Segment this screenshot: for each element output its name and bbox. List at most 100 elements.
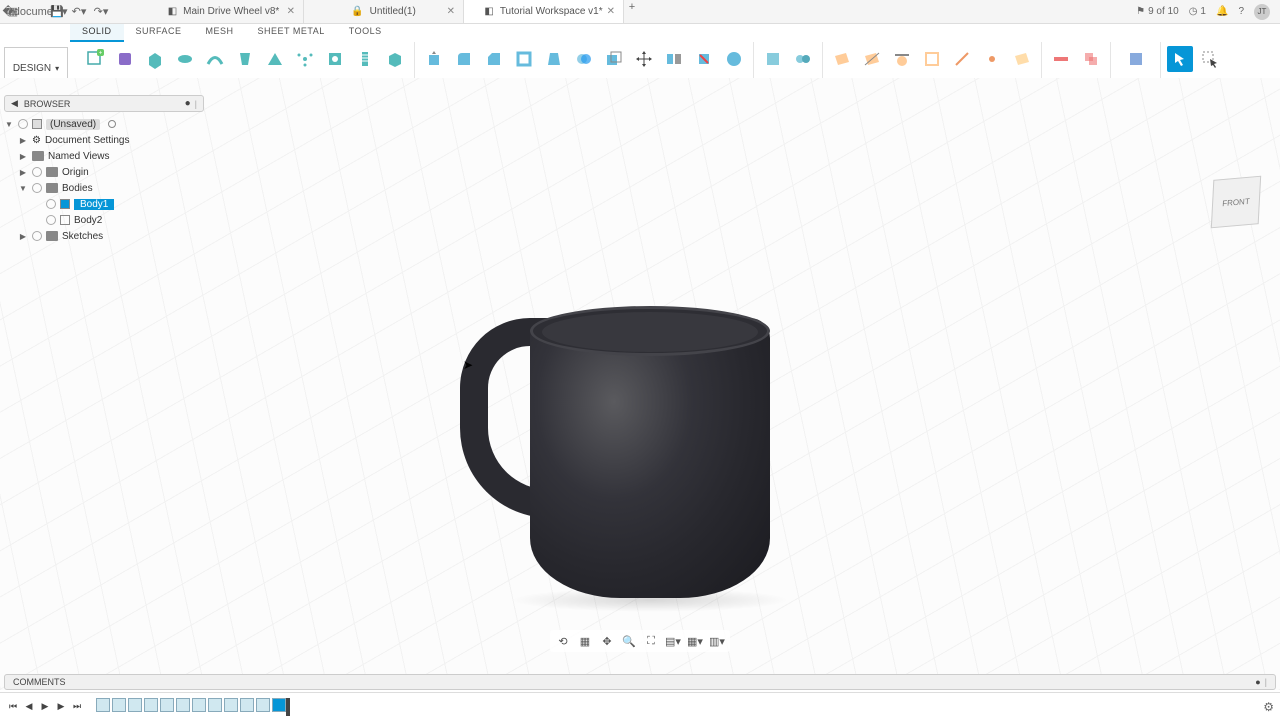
expand-icon[interactable] — [18, 184, 28, 193]
align-button[interactable] — [661, 46, 687, 72]
comments-panel[interactable]: COMMENTS ● | — [4, 674, 1276, 690]
extrude-button[interactable] — [142, 46, 168, 72]
loft-button[interactable] — [232, 46, 258, 72]
timeline-feature[interactable] — [96, 698, 110, 712]
timeline-forward-icon[interactable]: ▶ — [54, 700, 68, 714]
look-at-icon[interactable]: ▦ — [576, 632, 594, 650]
pan-icon[interactable]: ✥ — [598, 632, 616, 650]
settings-dot-icon[interactable]: ● — [185, 98, 191, 109]
timeline-feature[interactable] — [256, 698, 270, 712]
interference-button[interactable] — [1078, 46, 1104, 72]
file-menu-icon[interactable]: �document▾ — [28, 5, 42, 19]
display-settings-icon[interactable]: ▤▾ — [664, 632, 682, 650]
model-mug[interactable] — [460, 298, 780, 668]
tab-solid[interactable]: SOLID — [70, 24, 124, 42]
document-tab[interactable]: ◧ Tutorial Workspace v1* ✕ — [464, 0, 624, 23]
revolve-button[interactable] — [172, 46, 198, 72]
redo-icon[interactable]: ↷▾ — [94, 5, 108, 19]
radio-icon[interactable] — [108, 120, 116, 128]
timeline-back-icon[interactable]: ◀ — [22, 700, 36, 714]
web-button[interactable] — [292, 46, 318, 72]
physical-material-button[interactable] — [721, 46, 747, 72]
rib-button[interactable] — [262, 46, 288, 72]
new-tab-button[interactable]: + — [624, 0, 640, 14]
timeline-feature[interactable] — [208, 698, 222, 712]
shell-button[interactable] — [511, 46, 537, 72]
timeline-feature[interactable] — [240, 698, 254, 712]
new-sketch-button[interactable]: + — [82, 46, 108, 72]
offset-plane-button[interactable] — [829, 46, 855, 72]
undo-icon[interactable]: ↶▾ — [72, 5, 86, 19]
delete-button[interactable] — [691, 46, 717, 72]
timeline-feature[interactable] — [272, 698, 286, 712]
visibility-icon[interactable] — [32, 231, 42, 241]
tree-item-origin[interactable]: Origin — [4, 164, 204, 180]
selection-filter-button[interactable] — [1197, 46, 1223, 72]
collapse-icon[interactable]: ◀ — [11, 98, 18, 109]
sweep-button[interactable] — [202, 46, 228, 72]
press-pull-button[interactable] — [421, 46, 447, 72]
orbit-icon[interactable]: ⟲ — [554, 632, 572, 650]
tab-tools[interactable]: TOOLS — [337, 24, 394, 42]
create-form-button[interactable] — [112, 46, 138, 72]
timeline-feature[interactable] — [224, 698, 238, 712]
tree-root[interactable]: (Unsaved) — [4, 116, 204, 132]
fit-icon[interactable]: ⛶ — [642, 632, 660, 650]
insert-derive-button[interactable] — [1123, 46, 1149, 72]
tab-surface[interactable]: SURFACE — [124, 24, 194, 42]
hole-button[interactable] — [322, 46, 348, 72]
visibility-icon[interactable] — [18, 119, 28, 129]
thread-button[interactable] — [352, 46, 378, 72]
expand-icon[interactable] — [18, 232, 28, 241]
close-icon[interactable]: ✕ — [607, 6, 615, 17]
timeline-feature[interactable] — [192, 698, 206, 712]
tree-item-sketches[interactable]: Sketches — [4, 228, 204, 244]
expand-icon[interactable] — [18, 136, 28, 145]
plane-at-angle-button[interactable] — [859, 46, 885, 72]
timeline-feature[interactable] — [160, 698, 174, 712]
point-button[interactable] — [979, 46, 1005, 72]
tree-item-bodies[interactable]: Bodies — [4, 180, 204, 196]
timeline-play-icon[interactable]: ▶ — [38, 700, 52, 714]
timeline-feature[interactable] — [176, 698, 190, 712]
timeline-feature[interactable] — [112, 698, 126, 712]
tree-item-body2[interactable]: Body2 — [4, 212, 204, 228]
zoom-icon[interactable]: 🔍 — [620, 632, 638, 650]
tree-item-body1[interactable]: Body1 — [4, 196, 204, 212]
grid-settings-icon[interactable]: ▦▾ — [686, 632, 704, 650]
visibility-icon[interactable] — [46, 199, 56, 209]
visibility-icon[interactable] — [32, 183, 42, 193]
expand-icon[interactable] — [4, 120, 14, 129]
timeline-feature[interactable] — [128, 698, 142, 712]
tangent-plane-button[interactable] — [889, 46, 915, 72]
plane-through-button[interactable] — [1009, 46, 1035, 72]
visibility-icon[interactable] — [46, 215, 56, 225]
help-icon[interactable]: ? — [1238, 6, 1244, 17]
axis-button[interactable] — [949, 46, 975, 72]
move-button[interactable] — [631, 46, 657, 72]
chamfer-button[interactable] — [481, 46, 507, 72]
visibility-icon[interactable] — [32, 167, 42, 177]
user-avatar[interactable]: JT — [1254, 4, 1270, 20]
save-icon[interactable]: 💾 — [50, 5, 64, 19]
measure-button[interactable] — [1048, 46, 1074, 72]
document-tab[interactable]: ◧ Main Drive Wheel v8* ✕ — [144, 0, 304, 23]
tab-mesh[interactable]: MESH — [194, 24, 246, 42]
browser-header[interactable]: ◀ BROWSER ● | — [4, 95, 204, 112]
close-icon[interactable]: ✕ — [447, 6, 455, 17]
timeline-start-icon[interactable]: ⏮ — [6, 700, 20, 714]
close-icon[interactable]: ✕ — [287, 6, 295, 17]
expand-icon[interactable] — [18, 168, 28, 177]
extensions-button[interactable]: ⚑ 9 of 10 — [1136, 6, 1179, 17]
combine-button[interactable] — [571, 46, 597, 72]
timeline-marker[interactable] — [286, 698, 290, 716]
tree-item-document-settings[interactable]: ⚙ Document Settings — [4, 132, 204, 148]
settings-dot-icon[interactable]: ● — [1255, 677, 1260, 687]
offset-face-button[interactable] — [601, 46, 627, 72]
timeline-settings-icon[interactable]: ⚙ — [1263, 700, 1274, 714]
new-component-button[interactable] — [760, 46, 786, 72]
tree-item-named-views[interactable]: Named Views — [4, 148, 204, 164]
joint-button[interactable] — [790, 46, 816, 72]
notifications-icon[interactable]: 🔔 — [1216, 6, 1228, 17]
select-button[interactable] — [1167, 46, 1193, 72]
